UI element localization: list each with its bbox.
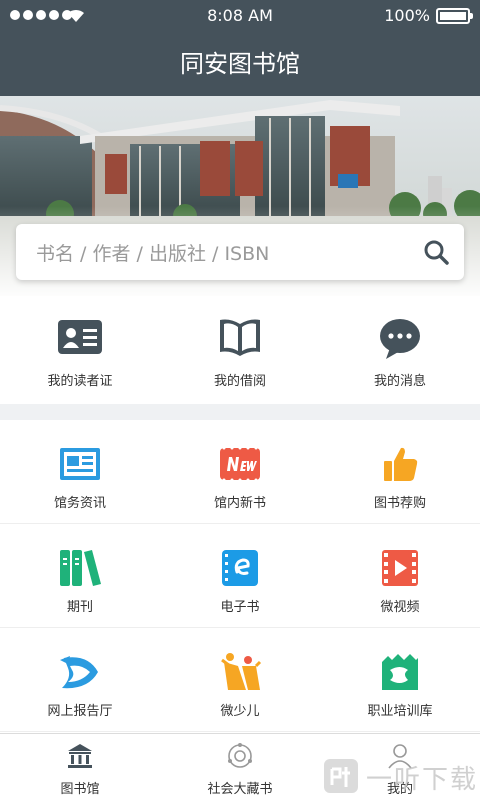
reader-card-icon bbox=[58, 320, 102, 354]
tab-collection[interactable]: 社会大藏书 bbox=[160, 734, 320, 800]
library-icon bbox=[68, 744, 92, 768]
tab-label: 图书馆 bbox=[60, 782, 100, 797]
quick-action-messages[interactable]: 我的消息 bbox=[320, 296, 480, 404]
search-icon[interactable] bbox=[422, 238, 450, 266]
video-film-icon bbox=[382, 550, 418, 586]
grid-item-label: 网上报告厅 bbox=[47, 704, 113, 719]
journals-icon bbox=[60, 550, 101, 586]
app-header: 同安图书馆 bbox=[0, 32, 480, 96]
lecture-hall-icon bbox=[60, 656, 98, 689]
grid-item-lecture-hall[interactable]: 网上报告厅 bbox=[0, 628, 160, 732]
page-title: 同安图书馆 bbox=[180, 50, 300, 78]
grid-row: 馆务资讯 馆内新书 图书荐购 bbox=[0, 420, 480, 524]
quick-action-label: 我的读者证 bbox=[47, 374, 113, 389]
watermark-logo-icon bbox=[324, 759, 358, 793]
quick-action-reader-card[interactable]: 我的读者证 bbox=[0, 296, 160, 404]
grid-item-label: 微少儿 bbox=[220, 704, 260, 719]
feature-grid: 馆务资讯 馆内新书 图书荐购 期刊 电子书 微视频 网上报告厅 微少儿 职业培训… bbox=[0, 420, 480, 732]
quick-actions: 我的读者证 我的借阅 我的消息 bbox=[0, 296, 480, 404]
watermark-text: 一听下载 bbox=[366, 765, 479, 795]
grid-item-label: 职业培训库 bbox=[367, 704, 433, 719]
status-bar: 8:08 AM 100% bbox=[0, 0, 480, 32]
grid-item-label: 馆内新书 bbox=[213, 496, 266, 511]
ebook-icon bbox=[222, 550, 258, 586]
quick-action-label: 我的消息 bbox=[373, 374, 426, 389]
battery-percent: 100% bbox=[384, 6, 430, 25]
grid-item-label: 图书荐购 bbox=[373, 496, 426, 511]
grid-row: 网上报告厅 微少儿 职业培训库 bbox=[0, 628, 480, 732]
open-book-icon bbox=[220, 319, 260, 356]
newspaper-icon bbox=[60, 448, 100, 480]
tab-library[interactable]: 图书馆 bbox=[0, 734, 160, 800]
thumbs-up-icon bbox=[384, 447, 418, 481]
chat-bubble-icon bbox=[380, 319, 420, 359]
tab-label: 社会大藏书 bbox=[207, 782, 273, 797]
grid-item-label: 电子书 bbox=[220, 600, 260, 615]
grid-item-journals[interactable]: 期刊 bbox=[0, 524, 160, 628]
new-badge-icon bbox=[220, 446, 260, 482]
grid-item-label: 微视频 bbox=[380, 600, 420, 615]
children-icon bbox=[221, 653, 262, 690]
quick-action-borrowing[interactable]: 我的借阅 bbox=[160, 296, 320, 404]
quick-action-label: 我的借阅 bbox=[213, 374, 266, 389]
collection-icon bbox=[228, 743, 252, 768]
section-divider bbox=[0, 404, 480, 420]
watermark: 一听下载 bbox=[322, 755, 480, 800]
grid-item-training[interactable]: 职业培训库 bbox=[320, 628, 480, 732]
search-bar[interactable]: 书名 / 作者 / 出版社 / ISBN bbox=[16, 224, 464, 280]
grid-item-children[interactable]: 微少儿 bbox=[160, 628, 320, 732]
grid-item-label: 期刊 bbox=[66, 600, 93, 615]
grid-row: 期刊 电子书 微视频 bbox=[0, 524, 480, 628]
grid-item-recommend[interactable]: 图书荐购 bbox=[320, 420, 480, 524]
grid-item-news[interactable]: 馆务资讯 bbox=[0, 420, 160, 524]
grid-item-micro-video[interactable]: 微视频 bbox=[320, 524, 480, 628]
battery-icon bbox=[436, 8, 473, 24]
search-input[interactable]: 书名 / 作者 / 出版社 / ISBN bbox=[36, 239, 269, 266]
grid-item-label: 馆务资讯 bbox=[53, 496, 106, 511]
grid-item-ebooks[interactable]: 电子书 bbox=[160, 524, 320, 628]
training-icon bbox=[382, 654, 418, 690]
grid-item-new-books[interactable]: 馆内新书 bbox=[160, 420, 320, 524]
